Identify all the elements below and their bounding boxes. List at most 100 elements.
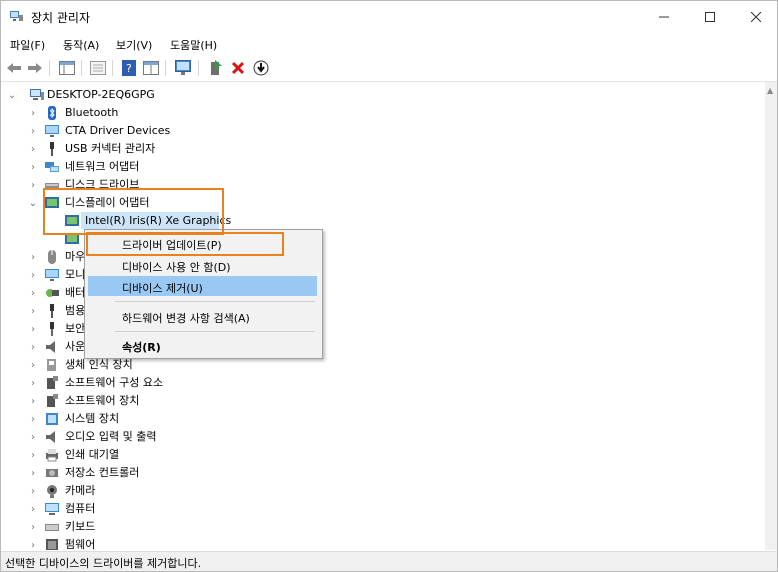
tree-item-label: 보안 xyxy=(65,322,86,335)
toolbar-separator xyxy=(49,60,50,76)
tree-item-label: 범용 xyxy=(65,304,86,317)
status-bar: 선택한 디바이스의 드라이버를 제거합니다. xyxy=(1,551,777,571)
help-button[interactable]: ? xyxy=(120,59,138,77)
monitor-icon xyxy=(45,125,59,137)
collapse-chevron-icon[interactable]: ⌄ xyxy=(28,194,38,212)
tree-item-label: 네트워크 어댑터 xyxy=(65,160,140,173)
toolbar-separator xyxy=(112,60,113,76)
network-icon xyxy=(45,162,59,172)
tree-item-label: 저장소 컨트롤러 xyxy=(65,466,140,479)
minimize-icon xyxy=(659,16,669,18)
properties-icon xyxy=(90,61,106,75)
tree-item-label: 오디오 입력 및 출력 xyxy=(65,430,157,443)
security-icon xyxy=(50,322,54,336)
speaker-icon xyxy=(46,431,55,443)
disable-device-button[interactable] xyxy=(252,59,270,77)
context-properties[interactable]: 속성(R) xyxy=(88,335,317,355)
tree-item-label: 마우 xyxy=(65,250,86,263)
details-view-button[interactable] xyxy=(142,59,160,77)
tree-category-item[interactable]: › 인쇄 대기열 xyxy=(1,446,721,464)
forward-button[interactable] xyxy=(26,59,44,77)
tree-root[interactable]: ⌄ DESKTOP-2EQ6GPG xyxy=(1,86,301,104)
menu-view[interactable]: 보기(V) xyxy=(116,37,152,53)
expand-chevron-icon[interactable]: › xyxy=(28,356,38,374)
maximize-button[interactable] xyxy=(687,1,733,33)
tree-item-label: 인쇄 대기열 xyxy=(65,448,120,461)
expand-chevron-icon[interactable]: › xyxy=(28,248,38,266)
context-uninstall-device[interactable]: 디바이스 제거(U) xyxy=(88,276,317,296)
context-separator xyxy=(115,331,315,332)
collapse-chevron-icon[interactable]: ⌄ xyxy=(7,86,17,104)
expand-chevron-icon[interactable]: › xyxy=(28,374,38,392)
toolbar-separator xyxy=(165,60,166,76)
tree-category-item[interactable]: › 카메라 xyxy=(1,482,721,500)
expand-chevron-icon[interactable]: › xyxy=(28,284,38,302)
tree-item-label: CTA Driver Devices xyxy=(65,124,171,137)
expand-chevron-icon[interactable]: › xyxy=(28,266,38,284)
expand-chevron-icon[interactable]: › xyxy=(28,392,38,410)
tree-category-item[interactable]: › 소프트웨어 구성 요소 xyxy=(1,374,721,392)
expand-chevron-icon[interactable]: › xyxy=(28,302,38,320)
usb-icon xyxy=(50,142,54,156)
help-book-icon: ? xyxy=(122,60,136,76)
expand-chevron-icon[interactable]: › xyxy=(28,536,38,551)
device-manager-icon xyxy=(10,11,23,21)
expand-chevron-icon[interactable]: › xyxy=(28,320,38,338)
expand-chevron-icon[interactable]: › xyxy=(28,176,38,194)
tree-category-item[interactable]: › 소프트웨어 장치 xyxy=(1,392,721,410)
menu-help[interactable]: 도움말(H) xyxy=(170,37,217,53)
context-disable-device[interactable]: 디바이스 사용 안 함(D) xyxy=(88,255,317,275)
back-button[interactable] xyxy=(5,59,23,77)
tree-category-item[interactable]: › 시스템 장치 xyxy=(1,410,721,428)
tree-category-item[interactable]: › Bluetooth xyxy=(1,104,721,122)
keyboard-icon xyxy=(45,524,59,531)
component-icon xyxy=(47,394,58,407)
uninstall-device-button[interactable] xyxy=(229,59,247,77)
properties-view-button[interactable] xyxy=(89,59,107,77)
expand-chevron-icon[interactable]: › xyxy=(28,500,38,518)
expand-chevron-icon[interactable]: › xyxy=(28,446,38,464)
menu-file[interactable]: 파일(F) xyxy=(10,37,45,53)
expand-chevron-icon[interactable]: › xyxy=(28,482,38,500)
menu-action[interactable]: 동작(A) xyxy=(63,37,99,53)
tree-category-item[interactable]: › 오디오 입력 및 출력 xyxy=(1,428,721,446)
monitor-icon xyxy=(45,269,59,281)
details-pane-icon xyxy=(143,61,159,75)
vertical-scrollbar[interactable]: ▲ xyxy=(765,82,777,550)
expand-chevron-icon[interactable]: › xyxy=(28,158,38,176)
tree-category-item[interactable]: › 키보드 xyxy=(1,518,721,536)
tree-item-label: 생체 인식 장치 xyxy=(65,358,133,371)
tree-category-item[interactable]: › 컴퓨터 xyxy=(1,500,721,518)
status-text: 선택한 디바이스의 드라이버를 제거합니다. xyxy=(5,557,202,570)
tree-category-item[interactable]: › 펌웨어 xyxy=(1,536,721,550)
expand-chevron-icon[interactable]: › xyxy=(28,464,38,482)
toolbar-separator xyxy=(81,60,82,76)
expand-chevron-icon[interactable]: › xyxy=(28,428,38,446)
console-tree-icon xyxy=(59,61,75,75)
tree-item-label: 배터 xyxy=(65,286,86,299)
tree-category-item[interactable]: › 네트워크 어댑터 xyxy=(1,158,721,176)
expand-chevron-icon[interactable]: › xyxy=(28,410,38,428)
expand-chevron-icon[interactable]: › xyxy=(28,140,38,158)
title-bar: 장치 관리자 xyxy=(1,1,777,33)
context-scan-hardware[interactable]: 하드웨어 변경 사항 검색(A) xyxy=(88,306,317,326)
expand-chevron-icon[interactable]: › xyxy=(28,518,38,536)
tree-item-label: 컴퓨터 xyxy=(65,502,96,515)
close-button[interactable] xyxy=(733,1,777,33)
update-driver-button[interactable] xyxy=(207,59,225,77)
expand-chevron-icon[interactable]: › xyxy=(28,338,38,356)
tree-category-item[interactable]: › USB 커넥터 관리자 xyxy=(1,140,721,158)
expand-chevron-icon[interactable]: › xyxy=(28,122,38,140)
device-manager-window: 장치 관리자 파일(F) 동작(A) 보기(V) 도움말(H) ? ⌄ DESK… xyxy=(0,0,778,572)
tree-item-label: Bluetooth xyxy=(65,106,119,119)
show-hide-tree-button[interactable] xyxy=(58,59,76,77)
toolbar-separator xyxy=(198,60,199,76)
expand-chevron-icon[interactable]: › xyxy=(28,104,38,122)
tree-category-item[interactable]: › CTA Driver Devices xyxy=(1,122,721,140)
scan-hardware-button[interactable] xyxy=(174,59,192,77)
tree-category-item[interactable]: › 저장소 컨트롤러 xyxy=(1,464,721,482)
scroll-up-icon[interactable]: ▲ xyxy=(767,86,773,95)
usb-icon xyxy=(50,304,54,318)
minimize-button[interactable] xyxy=(641,1,687,33)
tree-item-label: 시스템 장치 xyxy=(65,412,120,425)
